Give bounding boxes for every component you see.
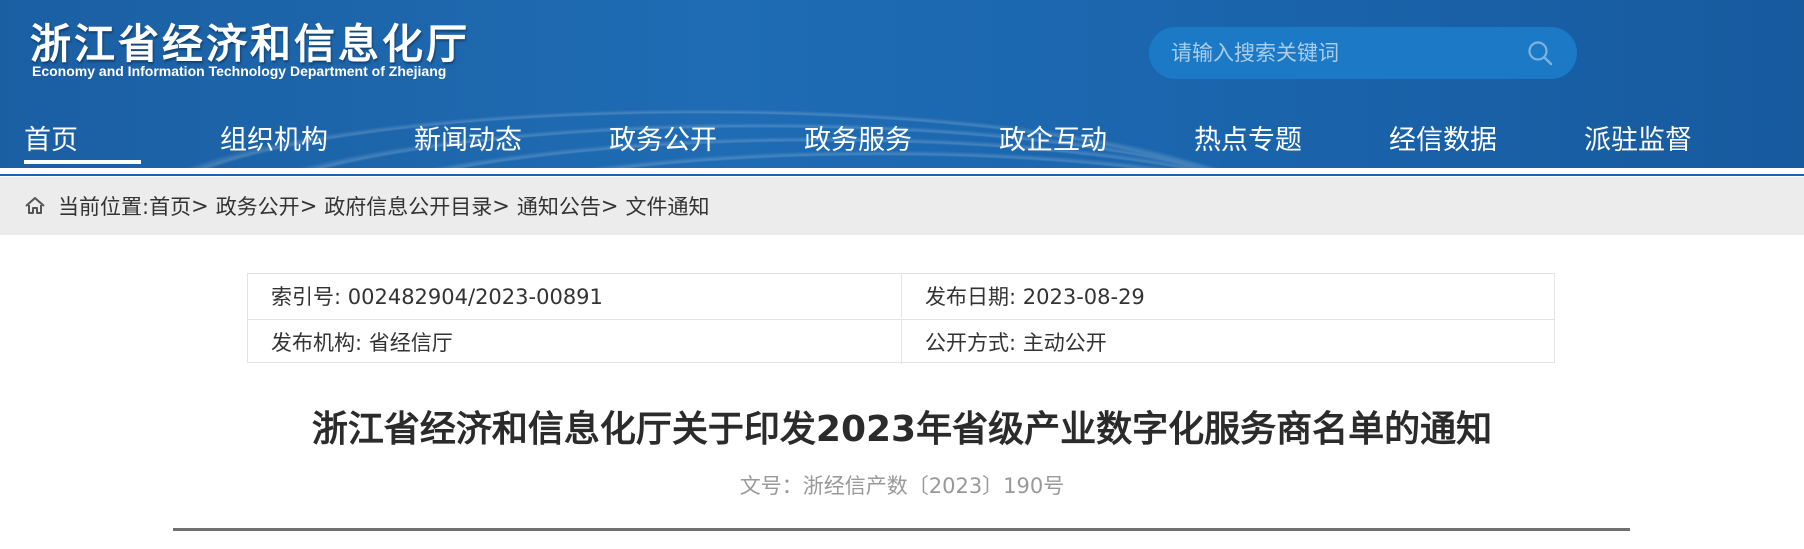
- document-title: 浙江省经济和信息化厅关于印发2023年省级产业数字化服务商名单的通知: [311, 409, 1493, 450]
- breadcrumb-separator: >: [191, 194, 209, 218]
- nav-item-news[interactable]: 新闻动态: [414, 118, 522, 158]
- breadcrumb-item-notices[interactable]: 通知公告: [517, 191, 601, 221]
- breadcrumb-item-info-catalog[interactable]: 政府信息公开目录: [324, 191, 492, 221]
- home-icon: [24, 194, 48, 218]
- header-bottom-line: [0, 168, 1804, 176]
- nav-item-organization[interactable]: 组织机构: [220, 118, 328, 158]
- breadcrumb-separator: >: [492, 194, 510, 218]
- nav-active-indicator: [24, 160, 141, 164]
- meta-index-number: 索引号: 002482904/2023-00891: [271, 285, 603, 309]
- meta-disclosure-method: 公开方式: 主动公开: [901, 320, 1554, 364]
- title-divider: [173, 528, 1630, 531]
- breadcrumb-item-home[interactable]: 首页: [149, 191, 191, 221]
- document-meta-table: 索引号: 002482904/2023-00891 发布日期: 2023-08-…: [247, 273, 1555, 364]
- search-input[interactable]: [1171, 27, 1525, 79]
- breadcrumb-item-government-affairs[interactable]: 政务公开: [216, 191, 300, 221]
- site-logo-subtitle: Economy and Information Technology Depar…: [32, 63, 447, 79]
- nav-item-government-services[interactable]: 政务服务: [804, 118, 912, 158]
- breadcrumb: 当前位置: 首页 > 政务公开 > 政府信息公开目录 > 通知公告 > 文件通知: [0, 177, 1804, 235]
- nav-item-government-affairs[interactable]: 政务公开: [609, 118, 717, 158]
- meta-publisher: 发布机构: 省经信厅: [271, 331, 453, 355]
- breadcrumb-item-file-notices[interactable]: 文件通知: [626, 191, 710, 221]
- search-box: [1149, 27, 1577, 79]
- nav-item-home[interactable]: 首页: [24, 118, 78, 158]
- breadcrumb-separator: >: [299, 194, 318, 218]
- breadcrumb-label: 当前位置:: [58, 195, 150, 219]
- site-logo-title[interactable]: 浙江省经济和信息化厅: [30, 10, 470, 68]
- nav-item-data[interactable]: 经信数据: [1389, 118, 1497, 158]
- document-number: 文号：浙经信产数〔2023〕190号: [739, 474, 1065, 498]
- main-nav: 首页 组织机构 新闻动态 政务公开 政务服务 政企互动 热点专题 经信数据 派驻…: [0, 108, 1804, 168]
- nav-item-supervision[interactable]: 派驻监督: [1584, 118, 1692, 158]
- nav-item-interaction[interactable]: 政企互动: [999, 118, 1107, 158]
- nav-item-hot-topics[interactable]: 热点专题: [1194, 118, 1302, 158]
- meta-publish-date: 发布日期: 2023-08-29: [901, 274, 1554, 318]
- search-icon[interactable]: [1525, 38, 1555, 68]
- meta-row: 索引号: 002482904/2023-00891 发布日期: 2023-08-…: [248, 274, 1554, 319]
- breadcrumb-separator: >: [600, 194, 619, 218]
- meta-row: 发布机构: 省经信厅 公开方式: 主动公开: [248, 319, 1554, 364]
- site-header: 浙江省经济和信息化厅 Economy and Information Techn…: [0, 0, 1804, 168]
